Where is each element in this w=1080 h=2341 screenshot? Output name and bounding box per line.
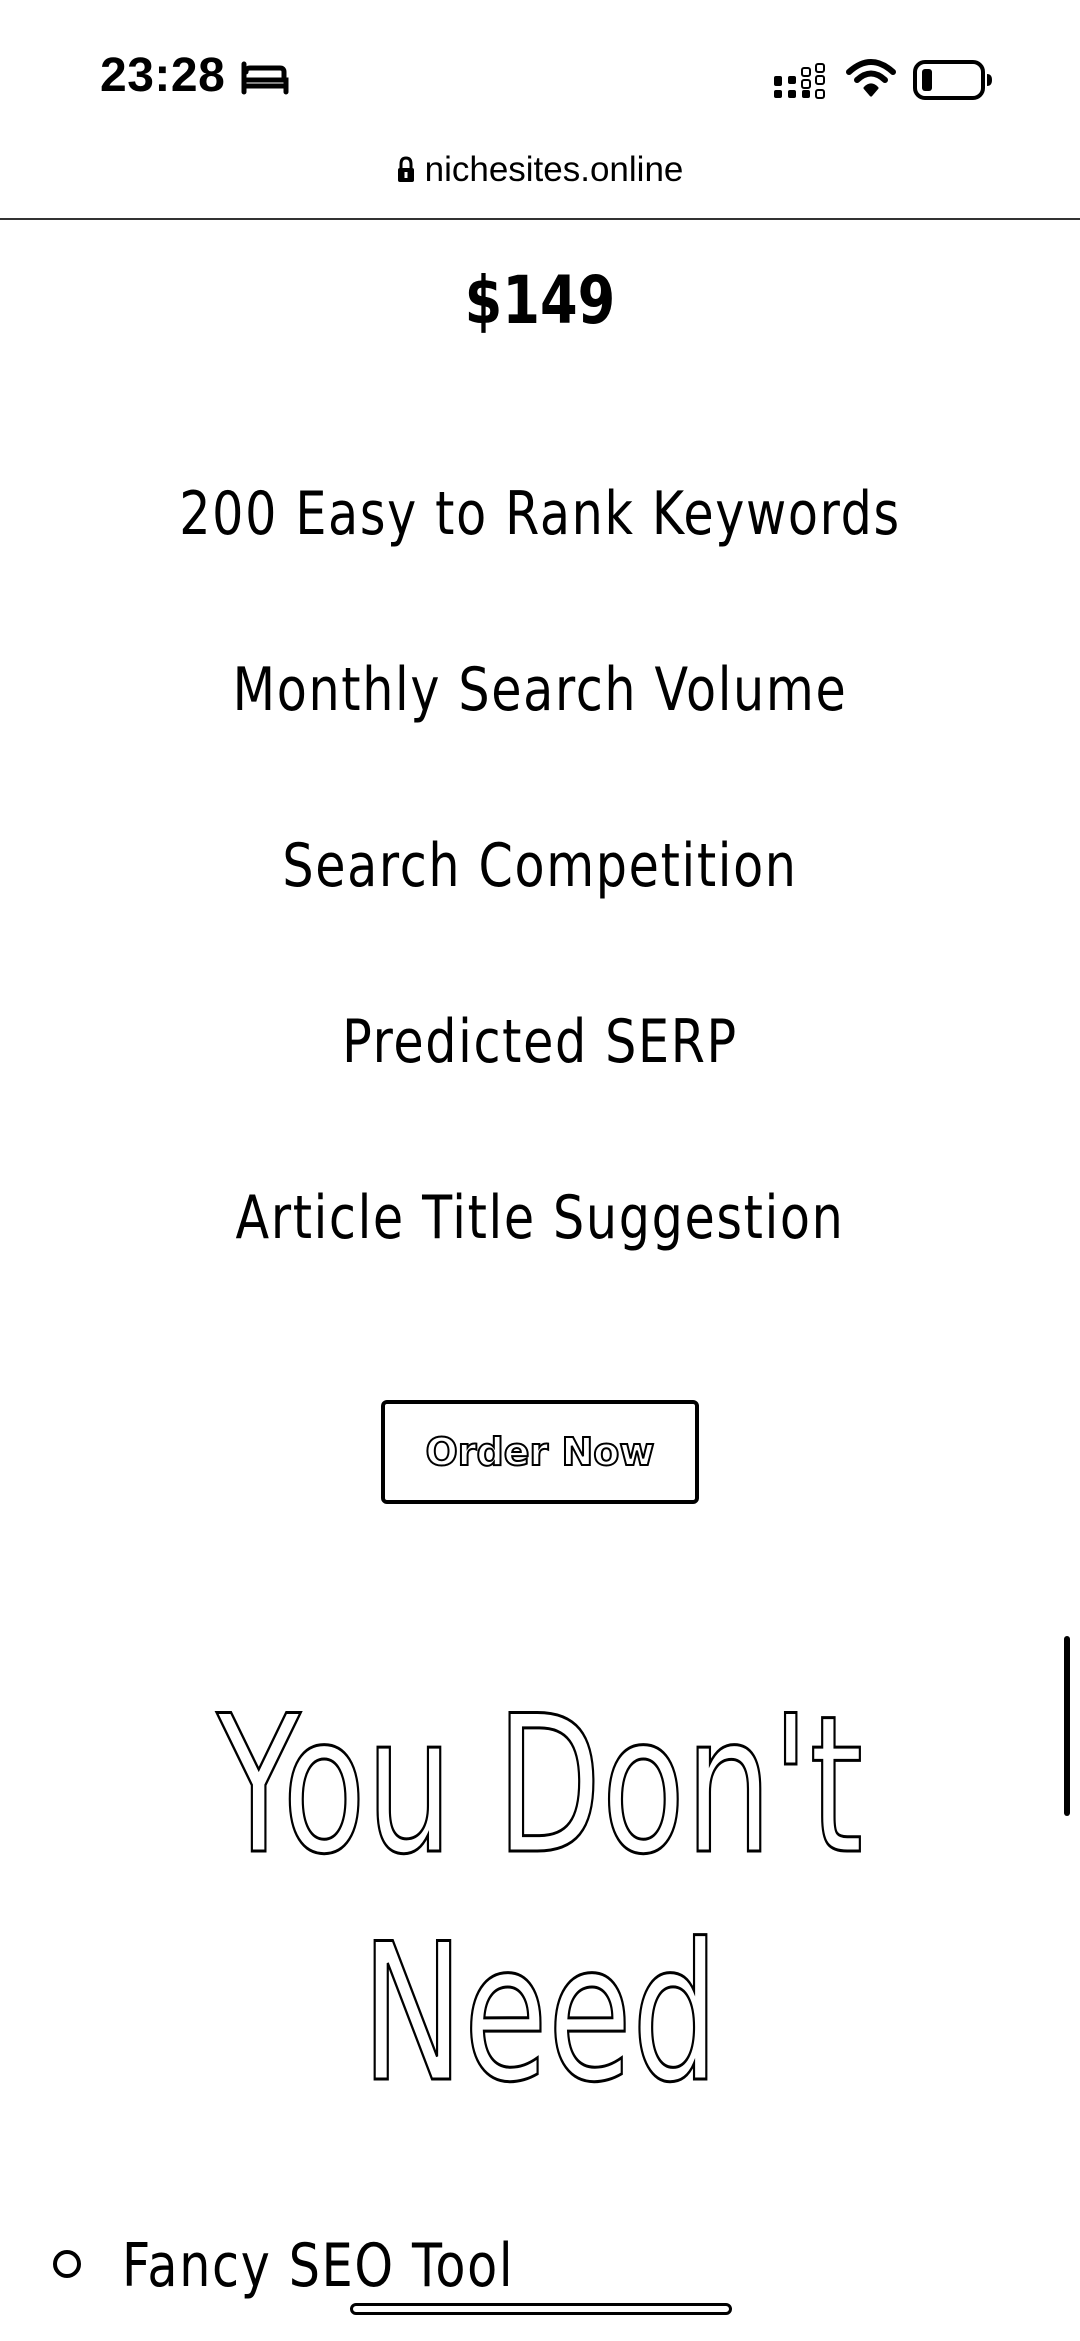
price-label: $149	[464, 262, 616, 339]
headline-line-2: Need	[360, 1902, 720, 2126]
status-bar: 23:28	[0, 0, 1080, 150]
order-now-button[interactable]: Order Now	[381, 1400, 699, 1504]
bullet-icon	[53, 2250, 81, 2278]
feature-list: 200 Easy to Rank Keywords Monthly Search…	[0, 464, 1080, 1344]
feature-item: Article Title Suggestion	[235, 1183, 845, 1253]
list-item: Fancy SEO Tool	[50, 2230, 750, 2310]
feature-item: 200 Easy to Rank Keywords	[179, 479, 901, 549]
feature-item: Predicted SERP	[342, 1007, 738, 1077]
bed-icon	[241, 61, 289, 95]
lock-icon	[397, 156, 414, 182]
list-item-text: Fancy SEO Tool	[122, 2231, 515, 2301]
headline: You Don't Need	[151, 1672, 929, 2128]
url-display[interactable]: nichesites.online	[0, 146, 1080, 194]
wifi-icon	[846, 59, 896, 97]
url-bar[interactable]: nichesites.online	[0, 140, 1080, 220]
signal-icon	[774, 63, 825, 99]
status-time: 23:28	[100, 49, 226, 102]
headline-line-1: You Don't	[216, 1674, 864, 1898]
home-indicator[interactable]	[350, 2303, 732, 2315]
url-text: nichesites.online	[424, 150, 684, 189]
battery-icon	[913, 60, 992, 100]
feature-item: Monthly Search Volume	[232, 655, 848, 725]
feature-item: Search Competition	[282, 831, 798, 901]
scrollbar[interactable]	[1064, 1636, 1070, 1816]
